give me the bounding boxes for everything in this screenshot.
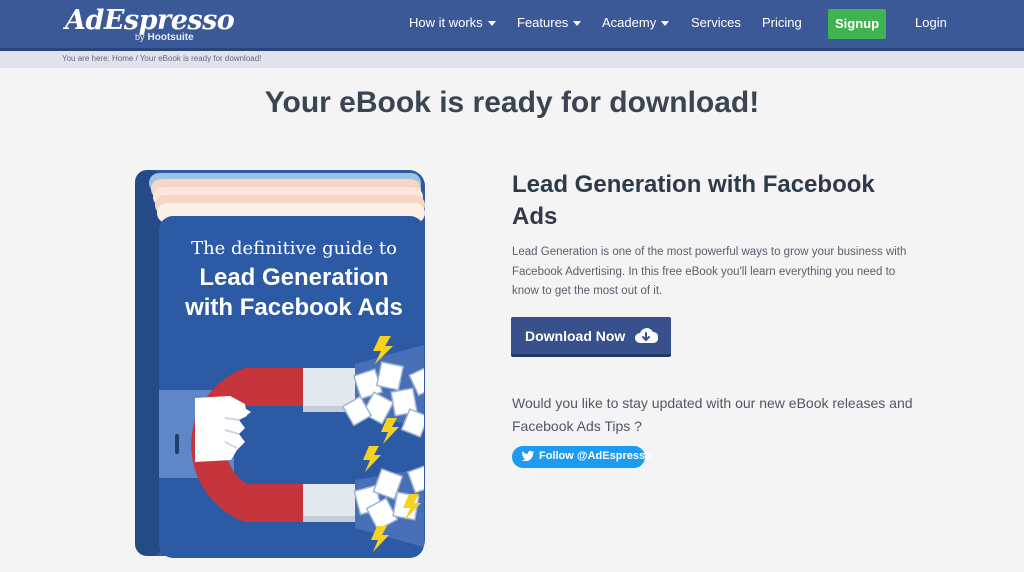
logo-byline: by Hootsuite [135,32,194,43]
ebook-cover-image: The definitive guide to Lead Generation … [135,168,427,560]
nav-features-label: Features [517,15,569,30]
ebook-description: Lead Generation is one of the most power… [512,246,907,297]
ebook-cover-illustration [135,170,425,558]
caret-down-icon [573,21,582,27]
nav-services-label: Services [691,15,741,30]
nav-services[interactable]: Services [691,15,741,30]
caret-down-icon [661,21,670,27]
nav-how-it-works[interactable]: How it works [409,15,496,30]
twitter-bird-icon [521,450,535,462]
nav-how-it-works-label: How it works [409,15,483,30]
nav-academy[interactable]: Academy [602,15,670,30]
cloud-download-icon [635,328,658,343]
login-link[interactable]: Login [915,15,947,30]
breadcrumb: You are here: Home / Your eBook is ready… [62,54,262,63]
nav-pricing-label: Pricing [762,15,802,30]
nav-pricing[interactable]: Pricing [762,15,802,30]
signup-button[interactable]: Signup [828,9,886,39]
updates-prompt: Would you like to stay updated with our … [512,395,913,434]
logo-partner: Hootsuite [147,32,194,43]
top-navigation-bar: AdEspresso by Hootsuite How it works Feat… [0,0,1024,51]
book-cover-title-line1: Lead Generation [199,264,389,291]
logo-by-text: by [135,32,145,42]
download-now-label: Download Now [525,328,626,344]
page-title: Your eBook is ready for download! [264,86,760,119]
book-cover-title-line2: with Facebook Ads [185,294,403,321]
breadcrumb-bar: You are here: Home / Your eBook is ready… [0,51,1024,68]
caret-down-icon [487,21,496,27]
book-cover-subtitle: The definitive guide to [191,238,397,259]
adespresso-logo[interactable]: AdEspresso by Hootsuite [65,5,235,47]
twitter-follow-label: Follow @AdEspresso [539,450,652,462]
twitter-follow-button[interactable]: Follow @AdEspresso [512,446,652,468]
download-now-button[interactable]: Download Now [511,317,671,357]
ebook-heading: Lead Generation with Facebook Ads [512,171,875,230]
nav-features[interactable]: Features [517,15,582,30]
nav-academy-label: Academy [602,15,657,30]
